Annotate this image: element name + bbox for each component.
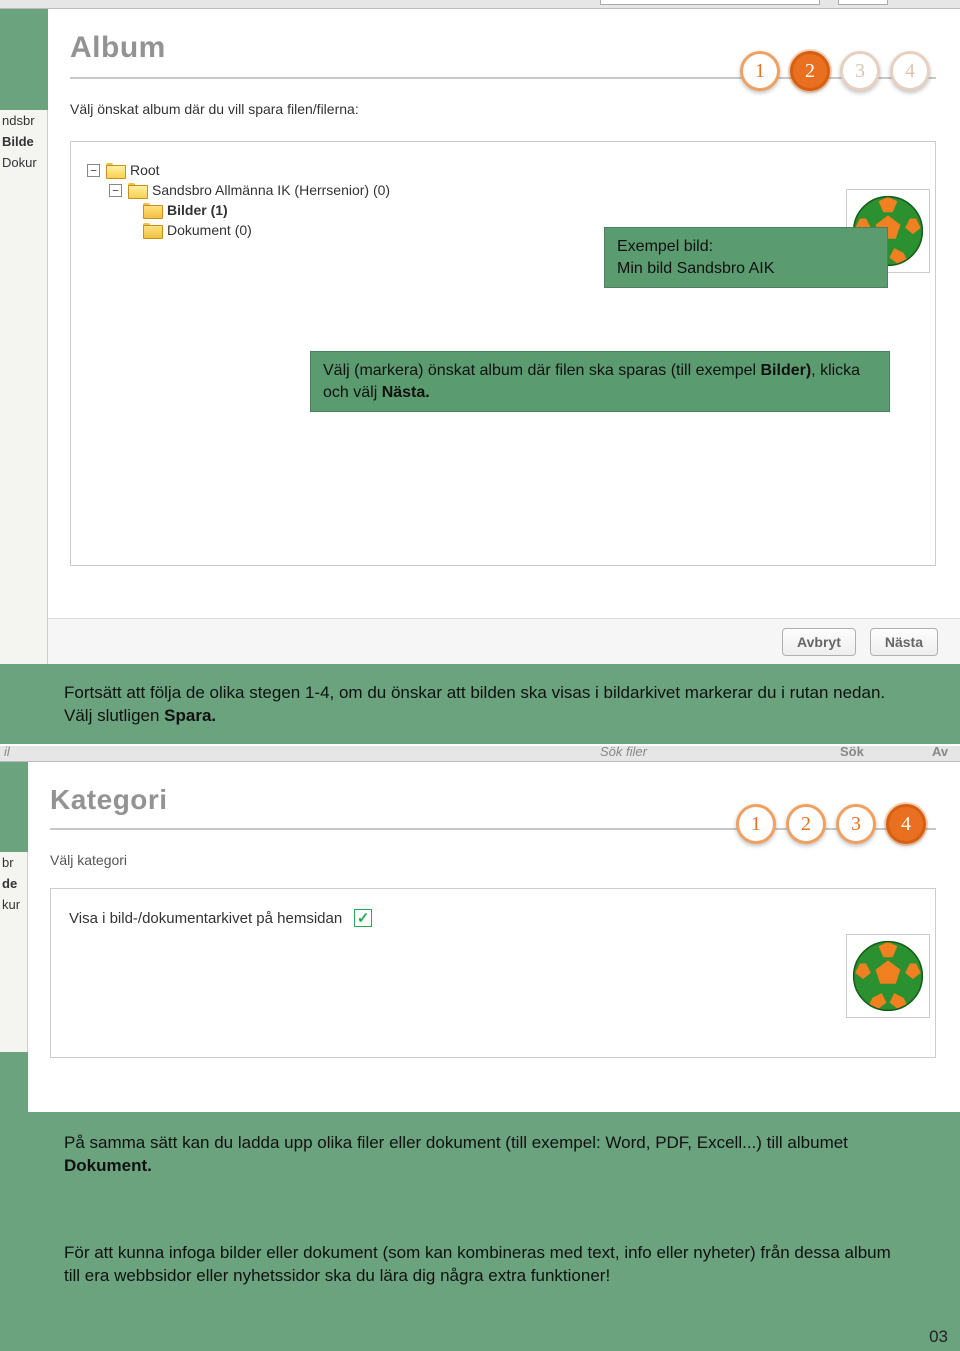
background-search-row-top: p fil Sök filer Sök [0, 0, 960, 9]
checkbox-label: Visa i bild-/dokumentarkivet på hemsidan [69, 910, 342, 927]
green1-bold: Spara. [164, 706, 216, 725]
ball-icon [849, 937, 927, 1015]
tree-bilder[interactable]: Bilder (1) [143, 200, 919, 220]
step-3[interactable]: 3 [836, 804, 876, 844]
bg-mid-left: il [4, 744, 10, 759]
instr-bold: Bilder) [761, 362, 812, 379]
folder-icon [143, 203, 161, 217]
step-1[interactable]: 1 [740, 51, 780, 91]
collapse-icon[interactable]: − [109, 184, 122, 197]
example-callout: Exempel bild: Min bild Sandsbro AIK [604, 227, 888, 288]
image-preview [846, 934, 930, 1018]
bg-mid-right: Av [932, 744, 948, 759]
step-4: 4 [890, 51, 930, 91]
archive-checkbox[interactable]: ✓ [354, 909, 372, 927]
cancel-button[interactable]: Avbryt [782, 628, 856, 656]
green3-text: För att kunna infoga bilder eller dokume… [64, 1243, 891, 1285]
bg-mid-sok: Sök [840, 744, 864, 759]
tree-child[interactable]: − Sandsbro Allmänna IK (Herrsenior) (0) [109, 180, 919, 200]
archive-visibility-row: Visa i bild-/dokumentarkivet på hemsidan… [69, 909, 917, 927]
album-subtitle: Välj önskat album där du vill spara file… [70, 101, 936, 117]
background-search-row-mid: il Sök filer Sök Av [0, 744, 960, 762]
kategori-panel: Kategori 1 2 3 4 Välj kategori Visa i bi… [28, 762, 960, 1112]
bg-left-item: Dokur [0, 152, 47, 173]
step-3: 3 [840, 51, 880, 91]
bg-left-item: kur [0, 894, 27, 915]
bg-left-bottom: br de kur [0, 852, 28, 1052]
tree-label: Bilder (1) [167, 202, 228, 218]
tree-root[interactable]: − Root [87, 160, 919, 180]
green-instruction-1: Fortsätt att följa de olika stegen 1-4, … [0, 664, 960, 750]
bg-search-input: Sök filer [600, 0, 820, 5]
green2-bold: Dokument. [64, 1156, 152, 1175]
collapse-icon[interactable]: − [87, 164, 100, 177]
example-line1: Exempel bild: [617, 238, 713, 255]
folder-icon [128, 183, 146, 197]
bg-left-item: ndsbr [0, 110, 47, 131]
kategori-content: Visa i bild-/dokumentarkivet på hemsidan… [50, 888, 936, 1058]
album-footer: Avbryt Nästa [48, 618, 960, 664]
bg-left-top: ndsbr Bilde Dokur [0, 110, 48, 710]
instr-bold: Nästa. [382, 384, 430, 401]
bg-mid-search: Sök filer [600, 744, 647, 759]
green2-text: På samma sätt kan du ladda upp olika fil… [64, 1133, 848, 1152]
instruction-callout: Välj (markera) önskat album där filen sk… [310, 351, 890, 412]
folder-icon [106, 163, 124, 177]
instr-text: Välj (markera) önskat album där filen sk… [323, 362, 761, 379]
wizard-steps: 1 2 3 4 [740, 51, 930, 91]
wizard-steps-kategori: 1 2 3 4 [736, 804, 926, 844]
green-instruction-2: På samma sätt kan du ladda upp olika fil… [0, 1114, 960, 1200]
bg-search-button: Sök [838, 0, 888, 5]
bg-left-item: br [0, 852, 27, 873]
green-instruction-3: För att kunna infoga bilder eller dokume… [0, 1224, 960, 1310]
tree-label: Dokument (0) [167, 222, 252, 238]
step-1[interactable]: 1 [736, 804, 776, 844]
album-panel: Album 1 2 3 4 Välj önskat album där du v… [48, 9, 960, 664]
folder-icon [143, 223, 161, 237]
next-button[interactable]: Nästa [870, 628, 938, 656]
tree-label: Sandsbro Allmänna IK (Herrsenior) (0) [152, 182, 390, 198]
bg-left-item: de [0, 873, 27, 894]
bg-left-item: Bilde [0, 131, 47, 152]
tree-label: Root [130, 162, 160, 178]
kategori-subtitle: Välj kategori [50, 852, 936, 868]
step-4[interactable]: 4 [886, 804, 926, 844]
page-number: 03 [929, 1327, 948, 1347]
step-2[interactable]: 2 [786, 804, 826, 844]
step-2[interactable]: 2 [790, 51, 830, 91]
example-line2: Min bild Sandsbro AIK [617, 260, 774, 277]
